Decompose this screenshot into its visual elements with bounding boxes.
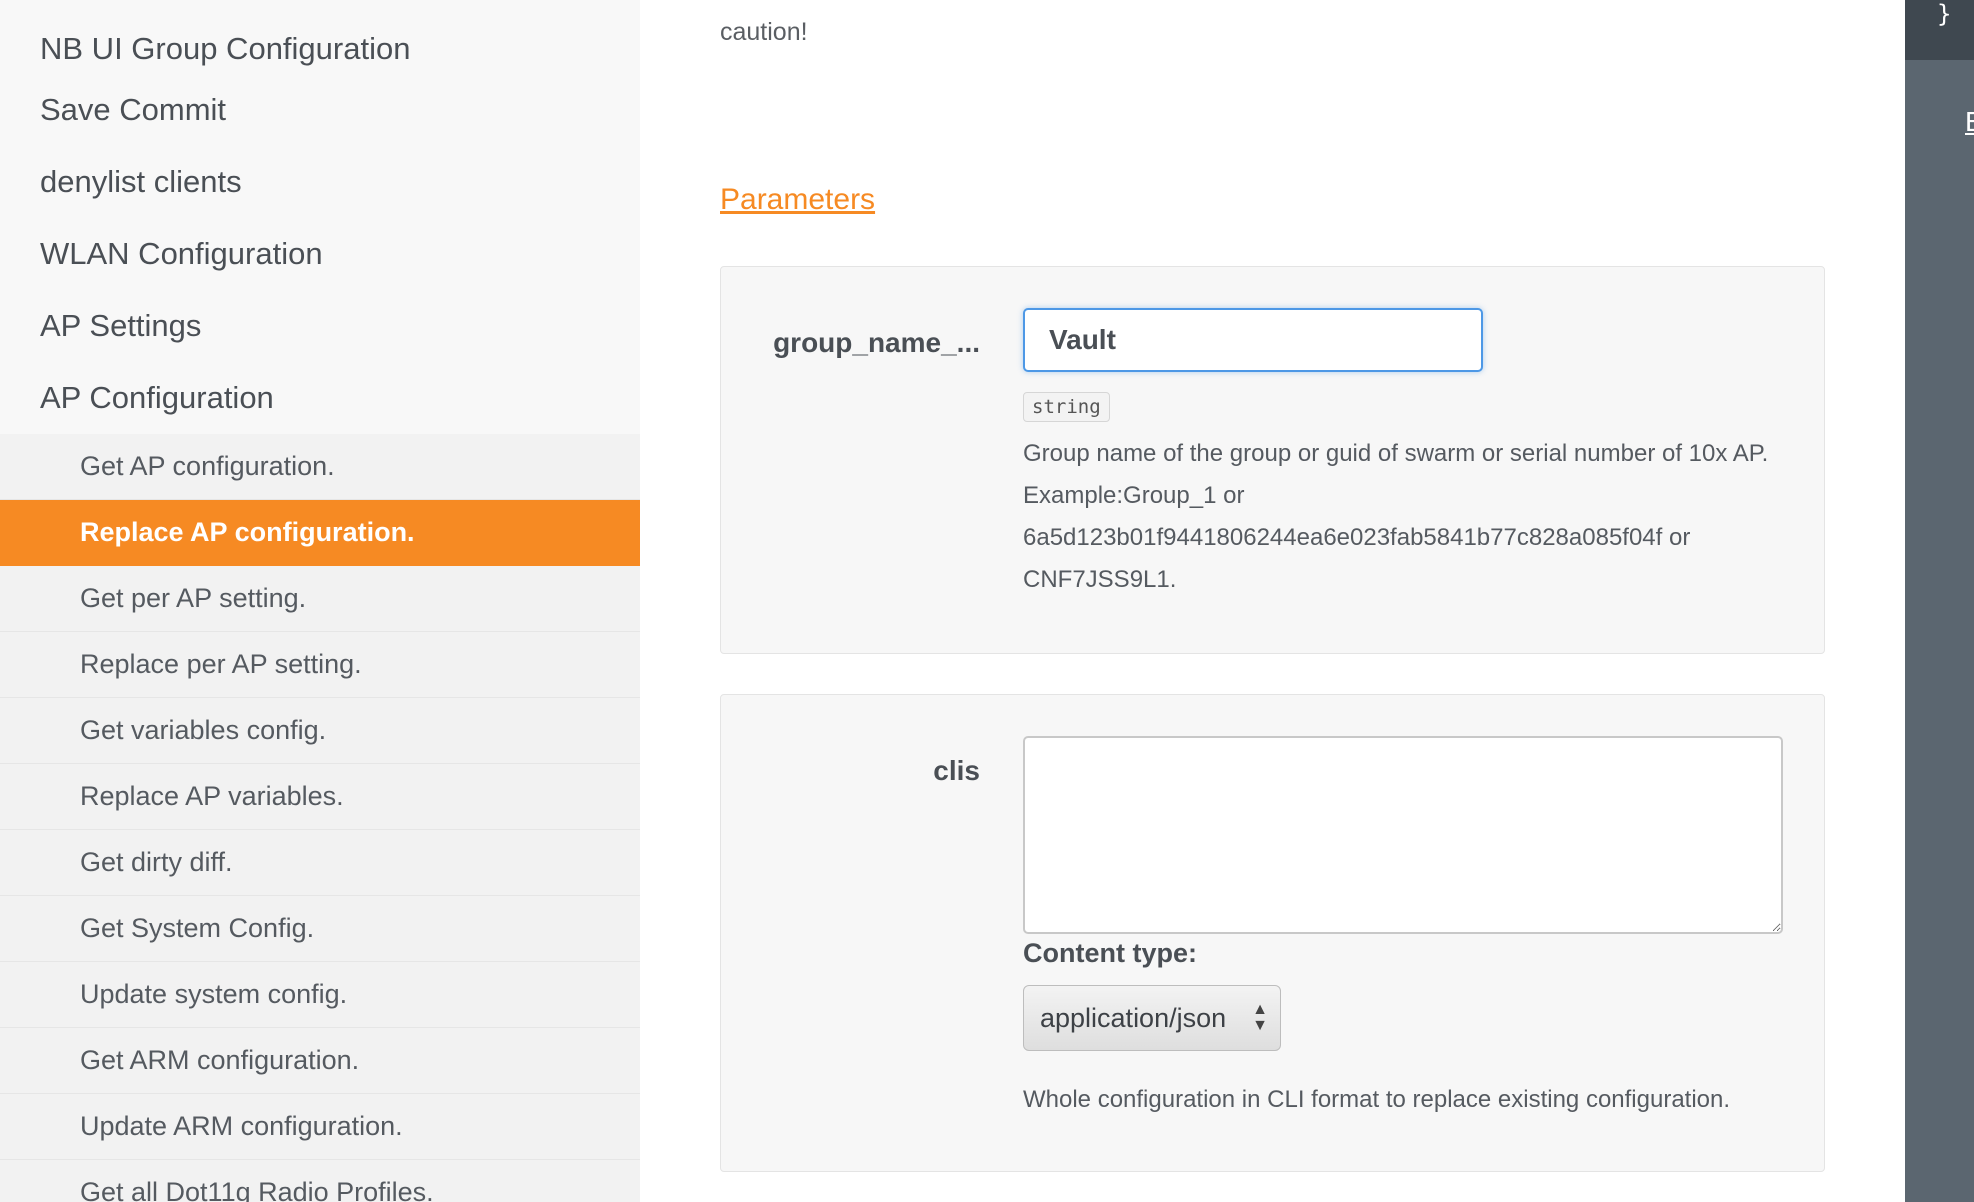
sidebar-item-get-system-config[interactable]: Get System Config. (0, 896, 640, 962)
code-sample-panel: } E (1905, 0, 1974, 1202)
sidebar-item-get-ap-configuration[interactable]: Get AP configuration. (0, 434, 640, 500)
content-type-select[interactable]: application/json ▲ ▼ (1023, 985, 1281, 1051)
sidebar-section-nb-ui-group-configuration[interactable]: NB UI Group Configuration (0, 24, 640, 74)
sidebar-item-get-variables-config[interactable]: Get variables config. (0, 698, 640, 764)
group-name-input[interactable] (1023, 308, 1483, 372)
sidebar-item-update-arm-configuration[interactable]: Update ARM configuration. (0, 1094, 640, 1160)
param-label-group-name: group_name_... (773, 327, 980, 358)
clis-textarea[interactable] (1023, 736, 1783, 934)
code-block: } (1905, 0, 1974, 60)
sidebar-item-get-arm-configuration[interactable]: Get ARM configuration. (0, 1028, 640, 1094)
sidebar-section-wlan-configuration[interactable]: WLAN Configuration (0, 218, 640, 290)
right-panel-link[interactable]: E (1965, 106, 1974, 138)
param-description-clis: Whole configuration in CLI format to rep… (1023, 1086, 1731, 1113)
content-type-selected-value: application/json (1040, 1003, 1227, 1033)
sidebar-item-replace-per-ap-setting[interactable]: Replace per AP setting. (0, 632, 640, 698)
sidebar-section-ap-settings[interactable]: AP Settings (0, 290, 640, 362)
param-group-name: group_name_... string Group name of the … (720, 266, 1825, 654)
param-label-clis: clis (933, 755, 980, 786)
closing-brace: } (1937, 0, 1952, 28)
sidebar-item-get-dirty-diff[interactable]: Get dirty diff. (0, 830, 640, 896)
sidebar-section-save-commit[interactable]: Save Commit (0, 74, 640, 146)
sidebar-section-ap-configuration[interactable]: AP Configuration (0, 362, 640, 434)
param-description-group-name: Group name of the group or guid of swarm… (1023, 440, 1769, 593)
caution-text: caution! (720, 18, 808, 46)
sidebar-item-replace-ap-configuration[interactable]: Replace AP configuration. (0, 500, 640, 566)
main-content: caution! Parameters group_name_... strin… (640, 0, 1905, 1202)
sidebar-nav: NB UI Group Configuration Save Commit de… (0, 0, 640, 1202)
parameters-link[interactable]: Parameters (720, 183, 875, 217)
sidebar-item-replace-ap-variables[interactable]: Replace AP variables. (0, 764, 640, 830)
sidebar-item-update-system-config[interactable]: Update system config. (0, 962, 640, 1028)
sidebar-section-denylist-clients[interactable]: denylist clients (0, 146, 640, 218)
type-badge-string: string (1023, 392, 1110, 422)
sidebar-item-get-per-ap-setting[interactable]: Get per AP setting. (0, 566, 640, 632)
sidebar-item-get-all-dot11g-radio-profiles[interactable]: Get all Dot11g Radio Profiles. (0, 1160, 640, 1202)
param-clis: clis Content type: application/json ▲ ▼ W… (720, 694, 1825, 1172)
select-arrows-icon: ▲ ▼ (1252, 1001, 1268, 1034)
content-type-label: Content type: (1023, 938, 1197, 968)
ap-configuration-submenu: Get AP configuration. Replace AP configu… (0, 434, 640, 1202)
